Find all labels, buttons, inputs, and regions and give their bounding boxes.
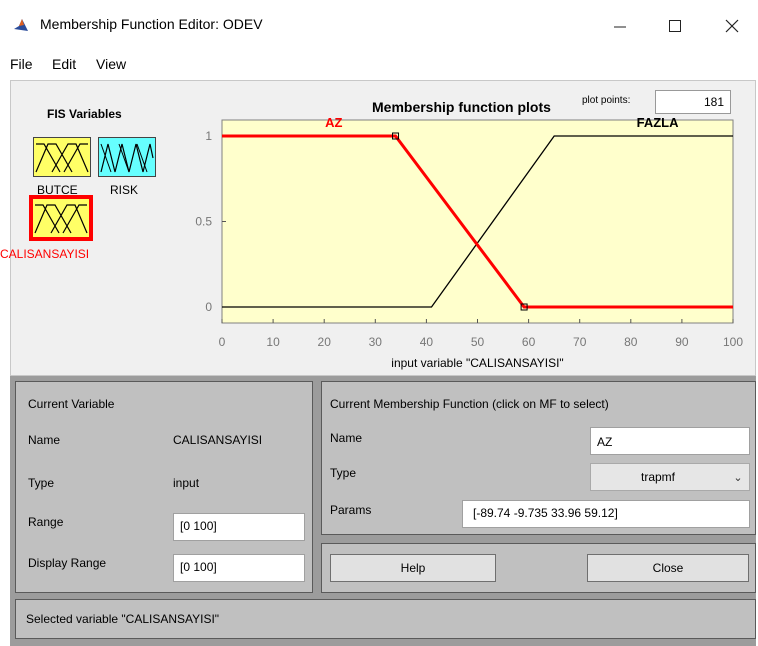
membership-function-plot[interactable]: 0 10 20 30 40 50 60 70 80 90 100 0 0.5 1 input variabl…	[185, 112, 750, 376]
variable-label-risk: RISK	[110, 183, 139, 197]
help-button[interactable]: Help	[330, 554, 496, 582]
x-tick-label: 30	[369, 335, 383, 349]
variable-box-risk[interactable]	[98, 137, 156, 177]
cv-type-label: Type	[28, 476, 55, 490]
mf-params-input[interactable]: [-89.74 -9.735 33.96 59.12]	[462, 500, 750, 528]
fis-variables-title: FIS Variables	[47, 107, 122, 121]
mf-label-az[interactable]: AZ	[325, 115, 342, 130]
maximize-icon	[669, 20, 681, 32]
x-tick-label: 10	[266, 335, 280, 349]
matlab-app-icon	[14, 19, 28, 31]
cv-display-range-label: Display Range	[28, 556, 107, 570]
y-tick-label: 0	[205, 300, 212, 314]
menu-file[interactable]: File	[10, 56, 33, 72]
x-tick-label: 0	[219, 335, 226, 349]
x-tick-label: 70	[573, 335, 587, 349]
x-tick-label: 20	[318, 335, 332, 349]
buttons-panel: Help Close	[321, 543, 756, 593]
chevron-down-icon: ⌄	[733, 471, 743, 484]
title-bar: Membership Function Editor: ODEV	[0, 0, 758, 50]
input-mf-icon	[34, 204, 88, 234]
mf-type-value: trapmf	[641, 470, 676, 484]
x-axis-label: input variable "CALISANSAYISI"	[391, 356, 563, 370]
x-tick-label: 50	[471, 335, 485, 349]
close-button[interactable]: Close	[587, 554, 749, 582]
y-tick-label: 0.5	[195, 215, 212, 229]
cv-name-value: CALISANSAYISI	[173, 433, 263, 447]
cv-range-label: Range	[28, 515, 64, 529]
minimize-icon	[614, 26, 626, 28]
mf-type-label: Type	[330, 466, 357, 480]
x-tick-label: 40	[420, 335, 434, 349]
x-tick-label: 90	[675, 335, 689, 349]
plot-points-label: plot points:	[582, 95, 631, 106]
menu-view[interactable]: View	[96, 56, 126, 72]
current-mf-title: Current Membership Function (click on MF…	[330, 397, 609, 411]
mf-type-select[interactable]: trapmf ⌄	[590, 463, 750, 491]
cv-name-label: Name	[28, 433, 61, 447]
x-tick-label: 100	[723, 335, 743, 349]
status-panel: Selected variable "CALISANSAYISI"	[15, 599, 756, 639]
variable-box-butce[interactable]	[33, 137, 91, 177]
cv-range-input[interactable]: [0 100]	[173, 513, 305, 541]
status-text: Selected variable "CALISANSAYISI"	[26, 612, 220, 626]
mf-name-input[interactable]: AZ	[590, 427, 750, 455]
x-tick-label: 60	[522, 335, 536, 349]
y-tick-label: 1	[205, 129, 212, 143]
close-window-button[interactable]	[712, 10, 752, 42]
variable-label-calisansayisi: CALISANSAYISI	[0, 247, 90, 261]
current-variable-panel: Current Variable Name CALISANSAYISI Type…	[15, 381, 313, 593]
menu-edit[interactable]: Edit	[52, 56, 76, 72]
mf-label-fazla[interactable]: FAZLA	[637, 115, 679, 130]
current-mf-panel: Current Membership Function (click on MF…	[321, 381, 756, 535]
window-title: Membership Function Editor: ODEV	[40, 16, 263, 32]
cv-display-range-input[interactable]: [0 100]	[173, 554, 305, 582]
output-mf-icon	[100, 143, 154, 173]
close-icon	[725, 19, 739, 33]
input-mf-icon	[35, 143, 89, 173]
mf-params-label: Params	[330, 503, 372, 517]
variable-box-calisansayisi[interactable]	[29, 195, 93, 241]
menu-bar: File Edit View	[0, 50, 758, 78]
mf-name-label: Name	[330, 431, 363, 445]
minimize-button[interactable]	[600, 10, 640, 42]
maximize-button[interactable]	[655, 10, 695, 42]
cv-type-value: input	[173, 476, 200, 490]
plot-area	[221, 119, 734, 324]
x-tick-label: 80	[624, 335, 638, 349]
plot-points-input[interactable]: 181	[655, 90, 731, 114]
current-variable-title: Current Variable	[28, 397, 115, 411]
